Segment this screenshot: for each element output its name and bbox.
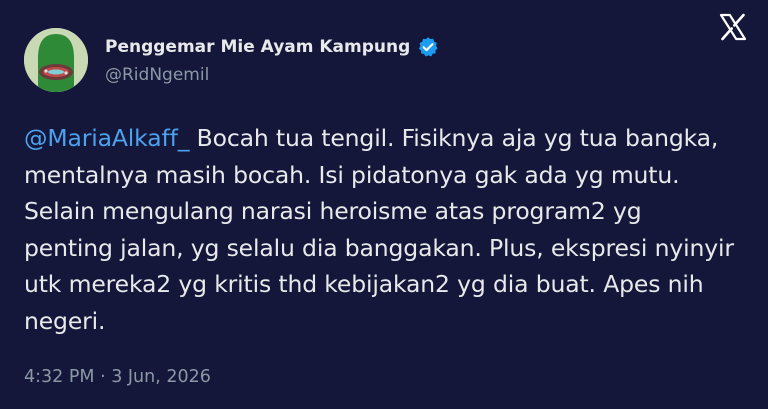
tweet-body: @MariaAlkaff_ Bocah tua tengil. Fisiknya… — [24, 120, 749, 340]
tweet-card: Penggemar Mie Ayam Kampung @RidNgemil @M… — [0, 0, 768, 409]
tweet-timestamp[interactable]: 4:32 PM · 3 Jun, 2026 — [24, 367, 211, 387]
display-name[interactable]: Penggemar Mie Ayam Kampung — [105, 37, 410, 57]
tweet-line: Selain mengulang narasi heroisme atas pr… — [24, 197, 642, 226]
tweet-line: @MariaAlkaff_ Bocah tua tengil. Fisiknya… — [24, 120, 749, 157]
name-row: Penggemar Mie Ayam Kampung — [105, 34, 439, 60]
avatar-image — [24, 28, 88, 92]
mention-link[interactable]: @MariaAlkaff_ — [24, 124, 189, 152]
tweet-line-text: Bocah tua tengil. Fisiknya aja yg tua ba… — [189, 124, 719, 152]
user-handle[interactable]: @RidNgemil — [105, 65, 439, 85]
tweet-line: penting jalan, yg selalu dia banggakan. … — [24, 233, 734, 262]
avatar[interactable] — [24, 28, 88, 92]
close-x-icon[interactable] — [718, 12, 748, 42]
tweet-line: mentalnya masih bocah. Isi pidatonya gak… — [24, 160, 680, 189]
tweet-line: utk mereka2 yg kritis thd kebijakan2 yg … — [24, 270, 704, 299]
verified-badge-icon — [417, 36, 439, 58]
user-info: Penggemar Mie Ayam Kampung @RidNgemil — [105, 34, 439, 85]
tweet-line: negeri. — [24, 306, 106, 335]
